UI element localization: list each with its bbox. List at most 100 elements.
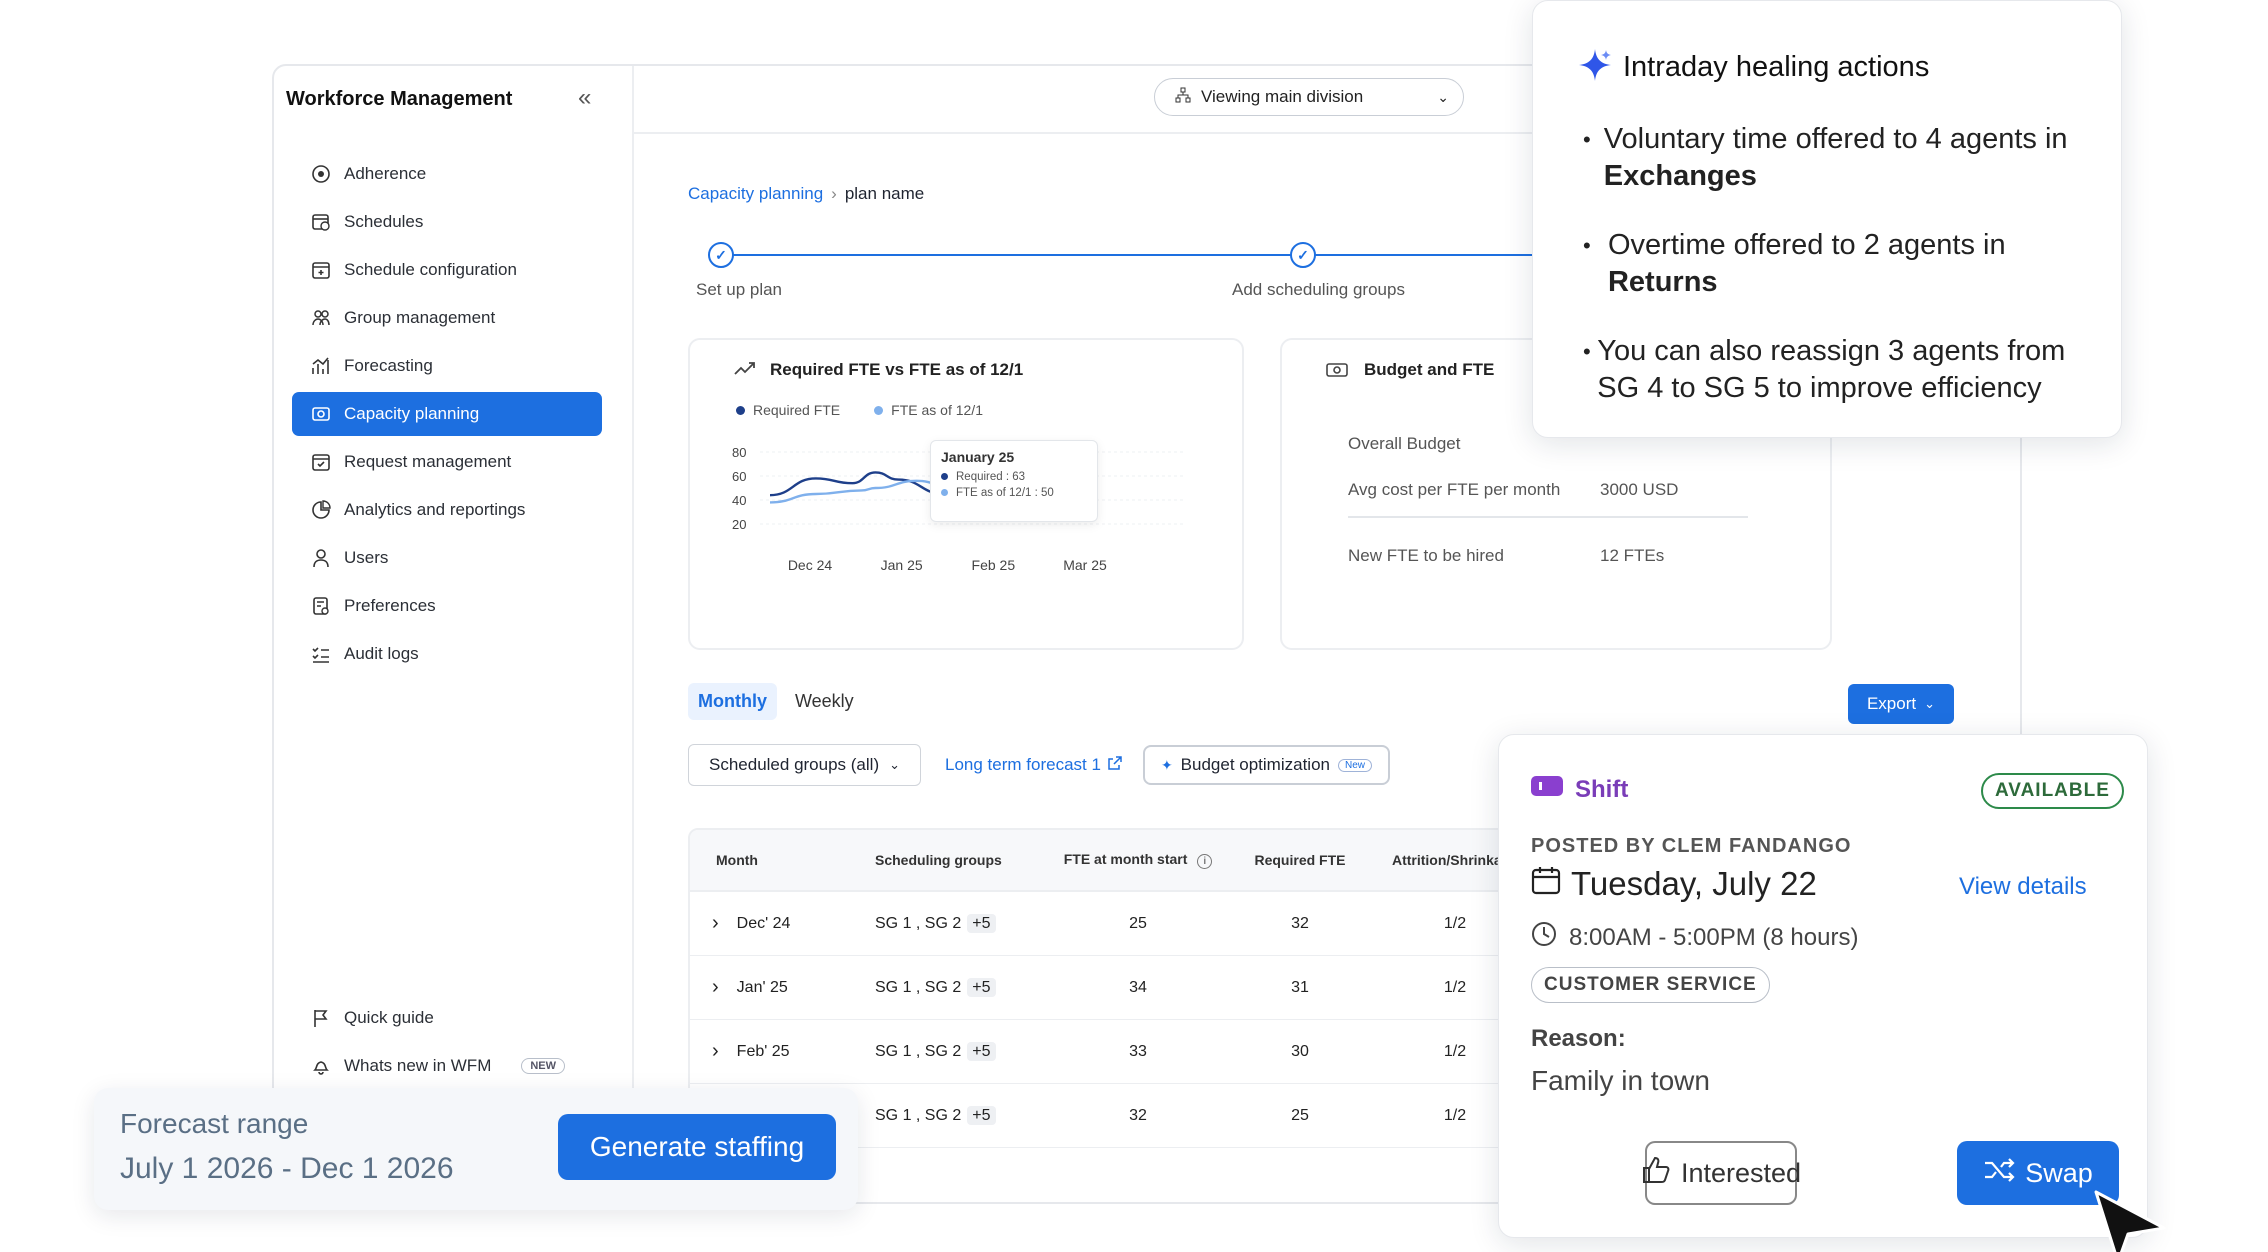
fte-cell: 32	[1129, 1106, 1147, 1124]
forecast-range: July 1 2026 - Dec 1 2026	[120, 1152, 454, 1185]
sidebar-item-label: Adherence	[344, 164, 427, 183]
y-tick-label: 20	[732, 517, 746, 532]
healing-bold: Returns	[1607, 266, 1718, 298]
sidebar-item-forecasting[interactable]: Forecasting	[292, 344, 602, 388]
sidebar-item-label: Preferences	[344, 596, 436, 615]
legend-item: Required FTE	[736, 402, 840, 418]
chevron-right-icon[interactable]: ›	[712, 1040, 719, 1063]
y-tick-label: 40	[732, 493, 746, 508]
chevron-right-icon[interactable]: ›	[712, 976, 719, 999]
column-header: Month	[716, 852, 758, 868]
month-value: Dec' 24	[736, 914, 791, 932]
healing-actions-panel: Intraday healing actions • Voluntary time…	[1532, 0, 2122, 438]
view-details-link[interactable]: View details	[1959, 873, 2087, 901]
fte-cell: 33	[1129, 1042, 1147, 1060]
chart-legend: Required FTE FTE as of 12/1	[736, 402, 983, 418]
step-complete-icon[interactable]: ✓	[708, 242, 734, 268]
chevron-right-icon[interactable]: ›	[712, 912, 719, 935]
sparkle-icon: ✦	[1160, 756, 1173, 773]
column-header: Scheduling groups	[875, 852, 1002, 868]
month-value: Feb' 25	[736, 1042, 790, 1060]
breadcrumb-separator: ›	[831, 184, 837, 203]
target-icon	[310, 163, 332, 185]
tag-icon	[1531, 775, 1563, 804]
scheduled-groups-select[interactable]: Scheduled groups (all) ⌄	[688, 744, 922, 786]
x-tick-label: Feb 25	[972, 557, 1016, 573]
y-tick-label: 60	[732, 469, 746, 484]
date-text: Tuesday, July 22	[1571, 865, 1817, 902]
required-cell: 30	[1291, 1042, 1309, 1060]
healing-list: • Voluntary time offered to 4 agents in E…	[1583, 121, 2103, 439]
trend-icon	[734, 360, 756, 381]
groups-value: SG 1 , SG 2	[875, 1042, 962, 1060]
new-badge: New	[1338, 758, 1373, 772]
generate-staffing-button[interactable]: Generate staffing	[558, 1114, 836, 1180]
sidebar-item-label: Users	[344, 548, 389, 567]
groups-value: SG 1 , SG 2	[875, 1106, 962, 1124]
step-complete-icon[interactable]: ✓	[1290, 242, 1316, 268]
step-label: Add scheduling groups	[1232, 280, 1405, 299]
flag-icon	[310, 1007, 332, 1029]
division-select-value: Viewing main division	[1201, 87, 1364, 106]
department-badge: CUSTOMER SERVICE	[1531, 967, 1770, 1003]
healing-text: Overtime offered to 2 agents in	[1607, 229, 2006, 261]
checklist-icon	[310, 643, 332, 665]
sidebar-item-analytics-and-reportings[interactable]: Analytics and reportings	[292, 488, 602, 532]
breadcrumb: Capacity planning › plan name	[688, 184, 924, 204]
budget-row-label: Overall Budget	[1348, 434, 1461, 453]
hierarchy-icon	[1175, 87, 1191, 108]
calendar-icon	[1531, 865, 1561, 903]
division-select[interactable]: Viewing main division ⌄	[1154, 78, 1464, 116]
export-button[interactable]: Export ⌄	[1848, 684, 1954, 724]
groups-value: SG 1 , SG 2	[875, 978, 962, 996]
chevron-down-icon: ⌄	[889, 757, 901, 772]
view-tabs: Monthly Weekly	[688, 683, 864, 720]
tooltip-required: Required : 63	[956, 471, 1026, 483]
tooltip-line: FTE as of 12/1 : 50	[941, 487, 1087, 499]
tab-monthly[interactable]: Monthly	[688, 683, 777, 720]
sidebar-bottom: Quick guide Whats new in WFM NEW	[292, 996, 602, 1092]
step-label: Set up plan	[696, 280, 783, 299]
sidebar-item-label: Whats new in WFM	[344, 1056, 492, 1075]
breadcrumb-current: plan name	[844, 184, 925, 203]
select-value: Scheduled groups (all)	[709, 755, 880, 774]
interested-button[interactable]: Interested	[1642, 1141, 1801, 1205]
info-icon[interactable]: i	[1197, 854, 1213, 869]
sidebar-item-quick-guide[interactable]: Quick guide	[292, 996, 602, 1040]
legend-item: FTE as of 12/1	[874, 402, 983, 418]
request-icon	[310, 451, 332, 473]
capacity-icon	[310, 403, 332, 425]
more-groups-badge[interactable]: +5	[967, 1105, 996, 1125]
healing-bold: Exchanges	[1603, 160, 1757, 192]
budget-optimization-button[interactable]: ✦ Budget optimization New	[1142, 745, 1391, 785]
chart-title: Required FTE vs FTE as of 12/1	[770, 360, 1024, 379]
forecast-label: Forecast range	[120, 1108, 309, 1139]
sidebar-item-schedule-configuration[interactable]: Schedule configuration	[292, 248, 602, 292]
sidebar-item-request-management[interactable]: Request management	[292, 440, 602, 484]
more-groups-badge[interactable]: +5	[967, 913, 996, 933]
month-value: Jan' 25	[736, 978, 788, 996]
breadcrumb-link[interactable]: Capacity planning	[688, 184, 823, 203]
sidebar-item-adherence[interactable]: Adherence	[292, 152, 602, 196]
x-tick-label: Dec 24	[788, 557, 833, 573]
sidebar-item-capacity-planning[interactable]: Capacity planning	[292, 392, 602, 436]
long-term-forecast-link[interactable]: Long term forecast 1	[945, 755, 1123, 776]
sidebar-nav: Adherence Schedules Schedule configuration…	[292, 152, 602, 680]
shift-tag: Shift	[1531, 775, 1628, 804]
sidebar-item-schedules[interactable]: Schedules	[292, 200, 602, 244]
more-groups-badge[interactable]: +5	[967, 1041, 996, 1061]
sidebar-item-whats-new[interactable]: Whats new in WFM NEW	[292, 1044, 602, 1088]
tab-weekly[interactable]: Weekly	[785, 683, 864, 720]
sidebar-item-preferences[interactable]: Preferences	[292, 584, 602, 628]
more-groups-badge[interactable]: +5	[967, 977, 996, 997]
sidebar-item-audit-logs[interactable]: Audit logs	[292, 632, 602, 676]
list-item: • Overtime offered to 2 agents in Returns	[1583, 229, 2006, 298]
sidebar-item-users[interactable]: Users	[292, 536, 602, 580]
sidebar-item-group-management[interactable]: Group management	[292, 296, 602, 340]
reason-text: Family in town	[1531, 1065, 1710, 1096]
legend-label: FTE as of 12/1	[891, 402, 983, 418]
sidebar-item-label: Request management	[344, 452, 512, 471]
button-label: Swap	[2025, 1157, 2093, 1188]
collapse-sidebar-icon[interactable]: «	[578, 84, 591, 112]
required-cell: 31	[1291, 978, 1309, 996]
